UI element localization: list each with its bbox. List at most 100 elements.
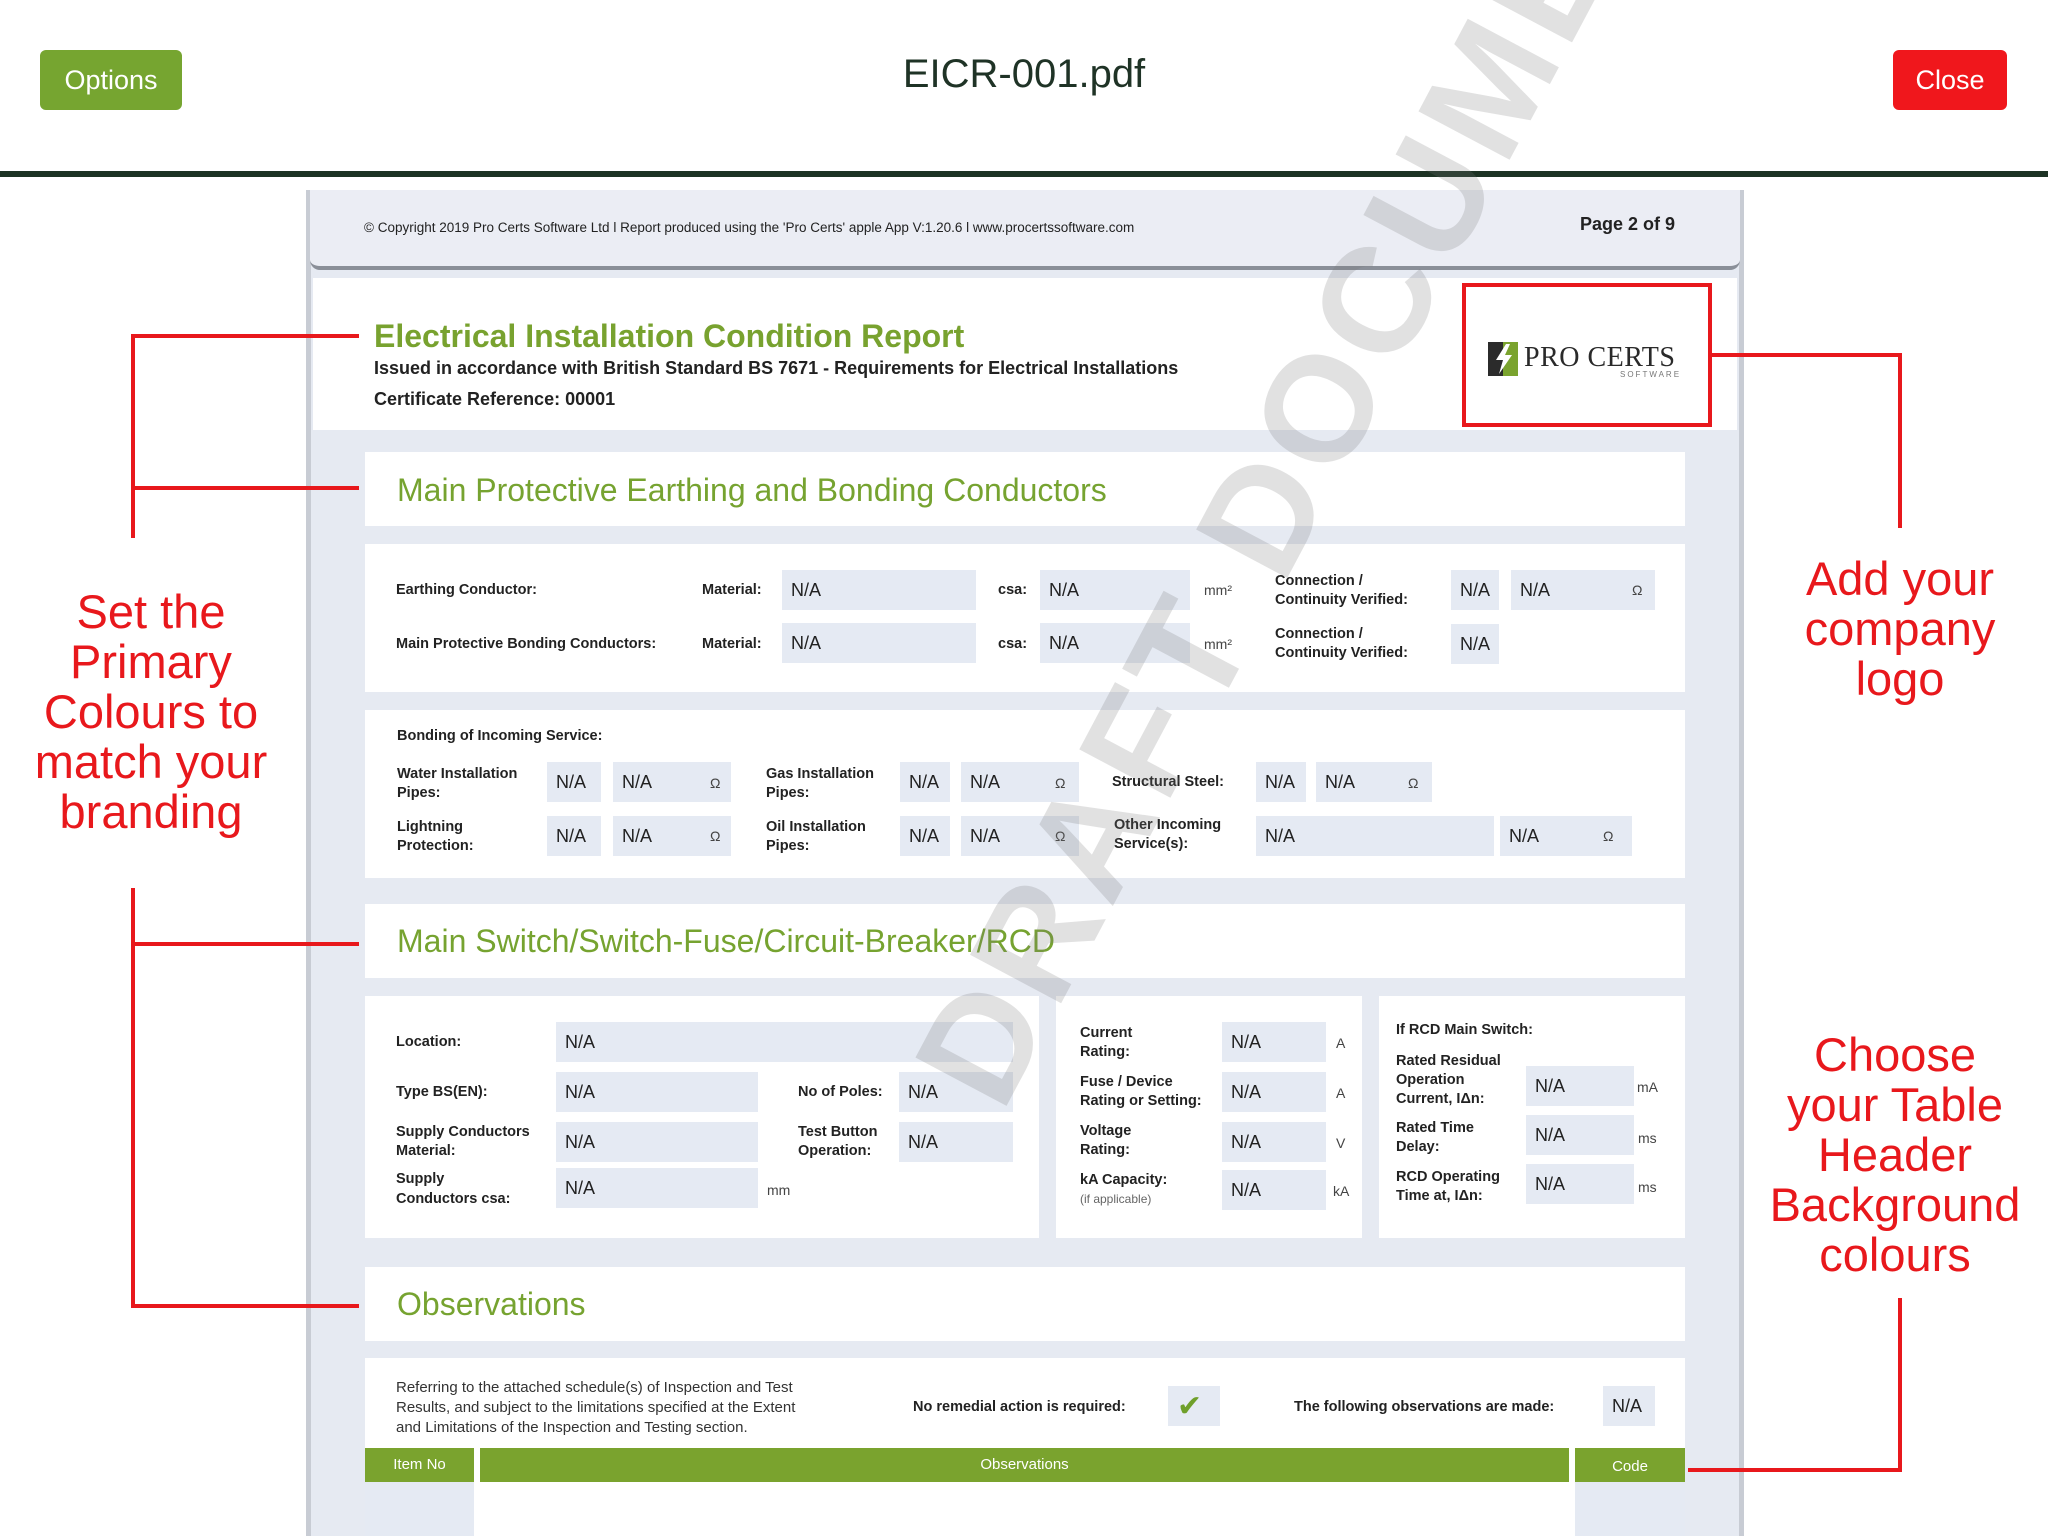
observations-text-2: Results, and subject to the limitations … (396, 1399, 796, 1416)
mb-connection-field[interactable]: N/A (1451, 624, 1499, 664)
annotation-line (131, 334, 359, 338)
current-unit: A (1336, 1035, 1346, 1051)
annotation-line-text: your Table (1787, 1078, 2003, 1131)
gas-field[interactable]: N/A (900, 762, 950, 802)
voltage-label-1: Voltage (1080, 1123, 1132, 1139)
observations-text-3: and Limitations of the Inspection and Te… (396, 1419, 748, 1436)
col-item-no: Item No (393, 1456, 446, 1473)
mb-csa-label: csa: (998, 636, 1028, 652)
document-title: EICR-001.pdf (902, 52, 1146, 96)
lightning-label-2: Protection: (397, 838, 474, 854)
current-field[interactable]: N/A (1222, 1022, 1326, 1062)
ka-unit: kA (1333, 1183, 1350, 1199)
ec-ohm-unit: Ω (1632, 582, 1643, 598)
annotation-line (131, 942, 359, 946)
top-bar-divider (0, 171, 2048, 177)
gas-label-1: Gas Installation (766, 766, 874, 782)
close-button[interactable]: Close (1893, 50, 2007, 110)
test-button-label-1: Test Button (798, 1124, 878, 1140)
annotation-primary-colours: Set the Primary Colours to match your br… (10, 587, 292, 837)
location-label: Location: (396, 1034, 462, 1050)
steel-ohm-unit: Ω (1408, 775, 1419, 791)
table-cell (1575, 1482, 1685, 1536)
fuse-field[interactable]: N/A (1222, 1072, 1326, 1112)
test-button-label-2: Operation: (798, 1143, 872, 1159)
fuse-label-2: Rating or Setting: (1080, 1093, 1202, 1109)
water-label-2: Pipes: (397, 785, 441, 801)
fuse-label-1: Fuse / Device (1080, 1074, 1173, 1090)
report-subtitle: Issued in accordance with British Standa… (374, 358, 1179, 378)
annotation-line-text: Colours to (43, 685, 259, 738)
voltage-label-2: Rating: (1080, 1142, 1130, 1158)
annotation-line-text: Choose (1814, 1028, 1976, 1081)
main-bonding-label: Main Protective Bonding Conductors: (396, 636, 657, 652)
annotation-table-header: Choose your Table Header Background colo… (1755, 1030, 2035, 1280)
no-poles-label: No of Poles: (798, 1084, 883, 1100)
annotation-line (1712, 353, 1902, 357)
rated-residual-field[interactable]: N/A (1526, 1066, 1634, 1106)
lightning-field[interactable]: N/A (547, 816, 601, 856)
supply-csa-label-1: Supply (396, 1171, 445, 1187)
annotation-line-text: Add your (1805, 552, 1995, 605)
water-field[interactable]: N/A (547, 762, 601, 802)
following-observations-field[interactable]: N/A (1603, 1386, 1655, 1426)
ka-field[interactable]: N/A (1222, 1170, 1326, 1210)
annotation-line-text: Set the (76, 585, 226, 638)
following-observations-label: The following observations are made: (1294, 1399, 1555, 1415)
rated-residual-label-3: Current, IΔn: (1396, 1091, 1485, 1107)
rcd-operating-field[interactable]: N/A (1526, 1164, 1634, 1204)
current-label-2: Rating: (1080, 1044, 1130, 1060)
annotation-line-text: colours (1819, 1228, 1971, 1281)
ec-material-field[interactable]: N/A (782, 570, 976, 610)
rcd-operating-label-1: RCD Operating (1396, 1169, 1500, 1185)
rated-time-field[interactable]: N/A (1526, 1115, 1634, 1155)
supply-csa-label-2: Conductors csa: (396, 1191, 511, 1207)
test-button-field[interactable]: N/A (899, 1122, 1013, 1162)
type-bs-field[interactable]: N/A (556, 1072, 758, 1112)
ec-connection-field[interactable]: N/A (1451, 570, 1499, 610)
col-observations: Observations (980, 1456, 1069, 1473)
annotation-company-logo: Add your company logo (1760, 554, 2040, 704)
supply-csa-field[interactable]: N/A (556, 1168, 758, 1208)
supply-material-label-2: Material: (396, 1143, 456, 1159)
other-field[interactable]: N/A (1256, 816, 1494, 856)
annotation-line-text: logo (1855, 652, 1945, 705)
table-cell (365, 1482, 474, 1536)
other-ohm-unit: Ω (1603, 828, 1614, 844)
oil-field[interactable]: N/A (900, 816, 950, 856)
ec-csa-label: csa: (998, 582, 1028, 598)
voltage-unit: V (1336, 1135, 1346, 1151)
ka-label-2: (if applicable) (1080, 1192, 1152, 1206)
certificate-reference: Certificate Reference: 00001 (374, 389, 616, 409)
ka-label-1: kA Capacity: (1080, 1172, 1168, 1188)
no-remedial-checkbox[interactable]: ✔ (1168, 1386, 1220, 1426)
mb-material-label: Material: (702, 636, 762, 652)
rated-residual-label-1: Rated Residual (1396, 1053, 1501, 1069)
oil-label-2: Pipes: (766, 838, 810, 854)
type-bs-label: Type BS(EN): (396, 1084, 488, 1100)
logo-subtext: SOFTWARE (1620, 370, 1682, 379)
rcd-title: If RCD Main Switch: (1396, 1022, 1533, 1038)
voltage-field[interactable]: N/A (1222, 1122, 1326, 1162)
rcd-operating-label-2: Time at, IΔn: (1396, 1188, 1483, 1204)
supply-material-field[interactable]: N/A (556, 1122, 758, 1162)
observations-section-title: Observations (397, 1286, 586, 1322)
observations-text-1: Referring to the attached schedule(s) of… (396, 1379, 793, 1396)
annotation-line-text: branding (59, 785, 243, 838)
water-label-1: Water Installation (397, 766, 518, 782)
ec-material-label: Material: (702, 582, 762, 598)
lightning-ohm-unit: Ω (710, 828, 721, 844)
col-code: Code (1612, 1458, 1648, 1475)
page-number: Page 2 of 9 (1580, 214, 1676, 234)
water-ohm-unit: Ω (710, 775, 721, 791)
rated-time-label-2: Delay: (1396, 1139, 1440, 1155)
fuse-unit: A (1336, 1085, 1346, 1101)
gas-label-2: Pipes: (766, 785, 810, 801)
earthing-panel (365, 544, 1685, 692)
mb-material-field[interactable]: N/A (782, 623, 976, 663)
steel-field[interactable]: N/A (1256, 762, 1306, 802)
rated-residual-unit: mA (1637, 1079, 1658, 1095)
annotation-line-text: company (1804, 602, 1996, 655)
annotation-line (131, 334, 135, 538)
mb-continuity-label: Continuity Verified: (1275, 645, 1408, 661)
